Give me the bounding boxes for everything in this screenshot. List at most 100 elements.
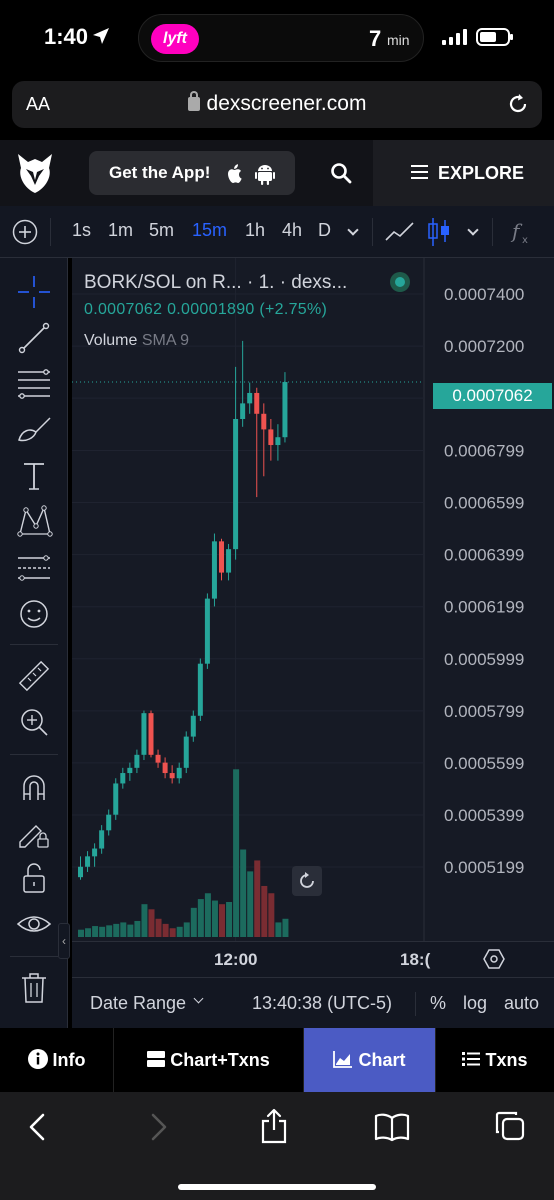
drawing-toolbar — [0, 258, 68, 1028]
battery-icon — [476, 28, 513, 46]
time-label-1200: 12:00 — [214, 950, 258, 969]
candle-body — [148, 713, 154, 755]
search-icon[interactable] — [330, 162, 352, 184]
magnet-icon[interactable] — [14, 766, 54, 806]
interval-d[interactable]: D — [318, 220, 331, 241]
auto-scale-toggle[interactable]: auto — [504, 993, 539, 1014]
lock-drawings-icon[interactable] — [14, 812, 54, 852]
add-symbol-icon[interactable] — [12, 219, 38, 245]
eta-number: 7 — [369, 26, 382, 51]
reset-chart-button[interactable] — [292, 866, 322, 896]
tab-chart[interactable]: Chart — [304, 1028, 436, 1092]
candle-body — [141, 713, 147, 755]
indicators-fx-icon[interactable]: f x — [510, 219, 534, 245]
candle-body — [226, 549, 232, 573]
toolbar-collapse-button[interactable]: ‹ — [58, 923, 70, 959]
volume-bar — [120, 922, 127, 937]
volume-bar — [183, 922, 190, 937]
interval-1m[interactable]: 1m — [108, 220, 133, 241]
trash-icon[interactable] — [14, 968, 54, 1008]
unlock-icon[interactable] — [14, 858, 54, 898]
trend-line-icon[interactable] — [14, 318, 54, 358]
volume-label: Volume — [84, 332, 138, 349]
list-icon — [462, 1052, 481, 1067]
volume-bar — [78, 929, 84, 937]
site-header: Get the App! EXPLORE — [0, 140, 554, 206]
browser-url-bar[interactable]: AA dexscreener.com — [12, 81, 542, 128]
share-icon[interactable] — [259, 1108, 289, 1144]
tabs-icon[interactable] — [494, 1110, 526, 1142]
cellular-signal-icon — [442, 29, 467, 45]
candle-body — [106, 814, 112, 831]
candle-body — [85, 856, 91, 867]
tab-txns[interactable]: Txns — [436, 1028, 554, 1092]
volume-bar — [155, 918, 162, 937]
volume-bar — [226, 902, 233, 937]
chart-txns-icon — [147, 1051, 166, 1068]
time-axis[interactable]: 12:00 18:( — [72, 941, 554, 977]
fib-retracement-icon[interactable] — [14, 364, 54, 404]
brush-icon[interactable] — [14, 410, 54, 450]
candle-body — [197, 663, 203, 716]
candle-body — [247, 392, 253, 404]
log-scale-toggle[interactable]: log — [463, 993, 487, 1014]
volume-bar — [211, 900, 218, 937]
interval-1h[interactable]: 1h — [245, 220, 265, 241]
zoom-in-icon[interactable] — [14, 702, 54, 742]
explore-label: EXPLORE — [438, 163, 525, 183]
interval-4h[interactable]: 4h — [282, 220, 302, 241]
crosshair-icon[interactable] — [14, 272, 54, 312]
ruler-icon[interactable] — [14, 656, 54, 696]
dexscreener-logo-icon[interactable] — [16, 152, 54, 194]
price-chart[interactable]: 0.00074000.00072000.00070000.00067990.00… — [72, 258, 554, 941]
candlestick-chart-type-icon[interactable] — [427, 216, 451, 248]
dynamic-island[interactable]: lyft 7 min — [138, 14, 424, 62]
volume-bar — [197, 899, 204, 937]
tab-info[interactable]: Info — [0, 1028, 114, 1092]
date-range-button[interactable]: Date Range — [90, 993, 186, 1014]
smiley-icon[interactable] — [14, 594, 54, 634]
chart-toolbar: 1s 1m 5m 15m 1h 4h D f x — [0, 206, 554, 258]
lyft-logo: lyft — [151, 24, 199, 54]
candle-body — [211, 541, 217, 599]
candlestick-chart: 0.00074000.00072000.00070000.00067990.00… — [72, 258, 524, 941]
get-the-app-label: Get the App! — [109, 163, 211, 182]
volume-bar — [204, 893, 211, 937]
chart-type-dropdown-chevron-icon[interactable] — [467, 224, 479, 236]
percent-scale-toggle[interactable]: % — [430, 993, 446, 1014]
settings-hexagon-icon[interactable] — [483, 948, 505, 970]
pattern-tool-icon[interactable] — [14, 502, 54, 542]
get-the-app-button[interactable]: Get the App! — [89, 151, 295, 195]
menu-icon — [411, 165, 428, 179]
interval-15m[interactable]: 15m — [192, 220, 227, 241]
tab-chart-txns[interactable]: Chart+Txns — [114, 1028, 304, 1092]
date-range-chevron-icon[interactable] — [193, 993, 204, 1004]
current-price-label: 0.0007062 — [433, 383, 552, 409]
forecasting-tool-icon[interactable] — [14, 548, 54, 588]
eye-icon[interactable] — [14, 904, 54, 944]
url-field[interactable]: dexscreener.com — [12, 91, 542, 116]
price-tick-label: 0.0007400 — [444, 285, 524, 304]
volume-bar — [247, 871, 254, 937]
text-tool-icon[interactable] — [14, 456, 54, 496]
candle-body — [282, 382, 288, 438]
status-time: 1:40 — [44, 24, 89, 49]
candle-body — [240, 403, 246, 419]
line-chart-type-icon[interactable] — [385, 220, 415, 244]
interval-dropdown-chevron-icon[interactable] — [347, 224, 359, 236]
back-chevron-icon[interactable] — [26, 1112, 50, 1142]
candle-body — [92, 848, 98, 857]
eta-unit: min — [387, 32, 410, 48]
interval-1s[interactable]: 1s — [72, 220, 91, 241]
forward-chevron-icon[interactable] — [146, 1112, 170, 1142]
bookmarks-book-icon[interactable] — [374, 1112, 410, 1142]
toolbar-divider — [10, 956, 58, 957]
volume-bar — [141, 904, 148, 937]
reload-icon[interactable] — [506, 92, 530, 116]
interval-5m[interactable]: 5m — [149, 220, 174, 241]
chart-clock: 13:40:38 (UTC-5) — [252, 993, 393, 1013]
price-tick-label: 0.0005999 — [444, 650, 524, 669]
candle-body — [162, 762, 168, 774]
explore-button[interactable]: EXPLORE — [373, 140, 554, 206]
candle-body — [134, 754, 140, 768]
